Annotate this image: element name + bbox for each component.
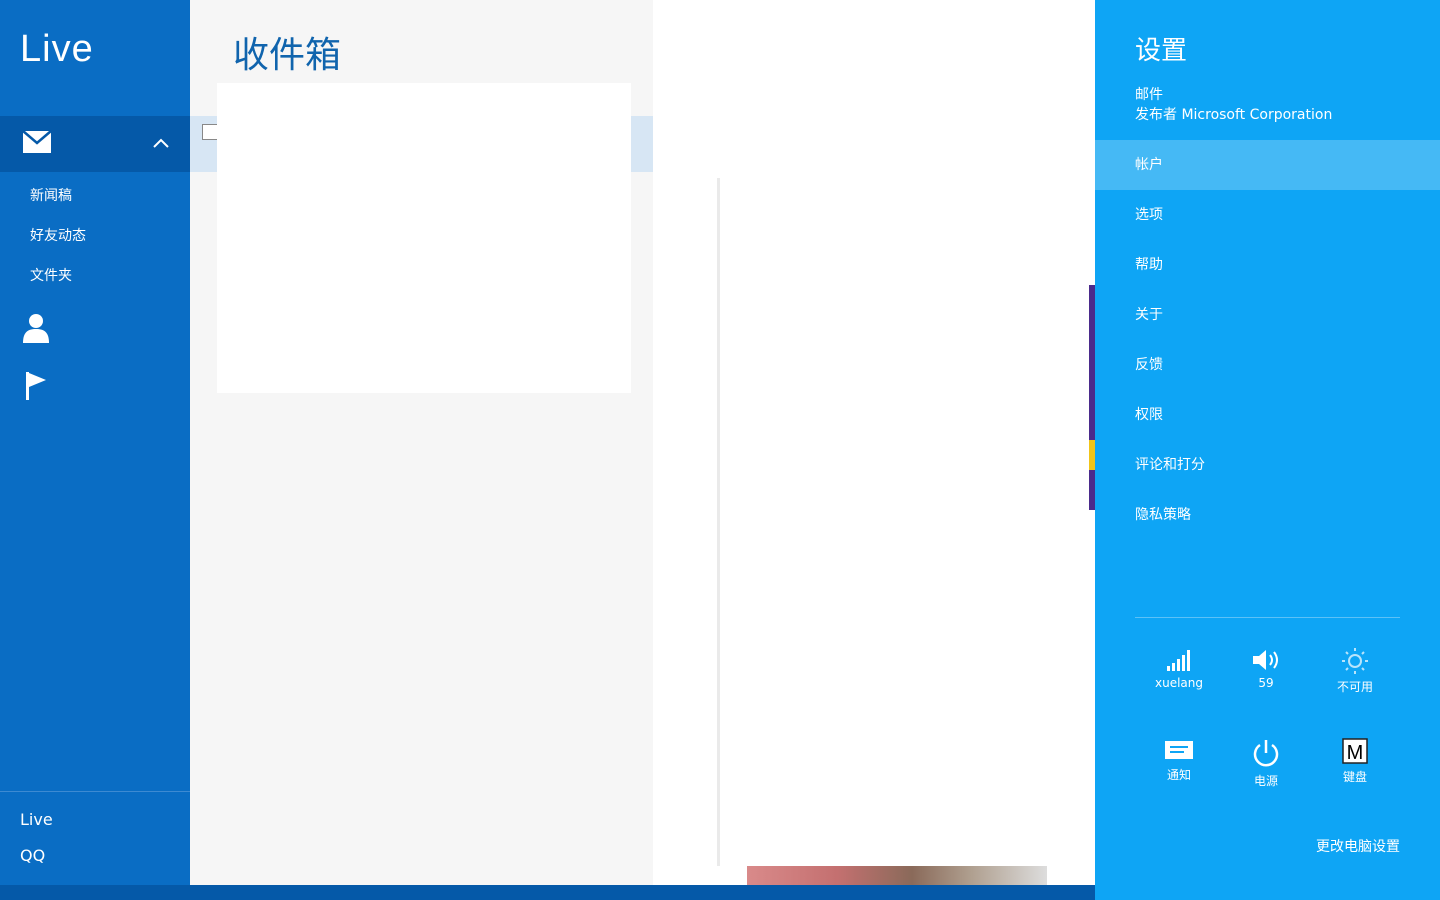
app-publisher: 发布者 Microsoft Corporation	[1135, 107, 1333, 123]
message-list-pane: 收件箱	[190, 0, 653, 885]
left-navigation-pane: Live 新闻稿 好友动态 文件夹 Live QQ	[0, 0, 190, 885]
keyboard-tile[interactable]: M 键盘	[1315, 738, 1395, 798]
notifications-label: 通知	[1166, 768, 1191, 782]
settings-item-privacy[interactable]: 隐私策略	[1095, 490, 1440, 540]
person-icon[interactable]	[22, 312, 50, 344]
folder-title: 收件箱	[233, 35, 342, 76]
settings-item-permissions[interactable]: 权限	[1095, 390, 1440, 440]
brightness-label: 不可用	[1336, 680, 1373, 694]
network-tile[interactable]: xuelang	[1139, 648, 1219, 708]
reading-pane	[653, 0, 1095, 885]
settings-charm-pane: 设置 邮件 发布者 Microsoft Corporation 帐户 选项 帮助…	[1095, 0, 1440, 900]
settings-item-feedback[interactable]: 反馈	[1095, 340, 1440, 390]
message-body-card	[717, 178, 1095, 866]
settings-item-accounts[interactable]: 帐户	[1095, 140, 1440, 190]
mail-folder-row[interactable]	[0, 116, 190, 172]
power-icon	[1253, 740, 1279, 767]
folder-item-folders[interactable]: 文件夹	[30, 265, 72, 285]
volume-tile[interactable]: 59	[1226, 648, 1306, 708]
network-label: xuelang	[1155, 676, 1203, 690]
chevron-up-icon[interactable]	[152, 136, 170, 150]
notifications-tile[interactable]: 通知	[1139, 738, 1219, 798]
bottom-app-bar	[0, 885, 1095, 900]
flag-icon[interactable]	[24, 370, 50, 402]
settings-item-rate-review[interactable]: 评论和打分	[1095, 440, 1440, 490]
mail-app: Live 新闻稿 好友动态 文件夹 Live QQ 收件箱 设置 邮件 发布者 …	[0, 0, 1440, 900]
account-qq[interactable]: QQ	[20, 846, 45, 865]
account-title: Live	[20, 28, 94, 70]
volume-level: 59	[1258, 676, 1274, 690]
change-pc-settings-link[interactable]: 更改电脑设置	[1316, 836, 1400, 856]
notifications-icon	[1165, 741, 1193, 759]
power-label: 电源	[1253, 774, 1278, 788]
folder-item-newsletters[interactable]: 新闻稿	[30, 185, 72, 205]
settings-divider	[1135, 617, 1400, 618]
accounts-divider	[0, 791, 190, 792]
message-checkbox[interactable]	[202, 124, 218, 140]
volume-icon	[1253, 650, 1278, 670]
account-live[interactable]: Live	[20, 810, 53, 829]
mail-icon	[22, 130, 52, 153]
settings-item-options[interactable]: 选项	[1095, 190, 1440, 240]
settings-item-help[interactable]: 帮助	[1095, 240, 1440, 290]
keyboard-label: 键盘	[1342, 770, 1367, 784]
message-photo	[747, 866, 1047, 885]
app-name: 邮件	[1135, 87, 1163, 103]
keyboard-icon: M	[1342, 738, 1368, 764]
brightness-icon	[1342, 648, 1368, 674]
power-tile[interactable]: 电源	[1226, 738, 1306, 798]
blank-overlay-card	[217, 83, 631, 393]
brightness-tile[interactable]: 不可用	[1315, 648, 1395, 708]
settings-item-about[interactable]: 关于	[1095, 290, 1440, 340]
svg-text:M: M	[1347, 742, 1364, 764]
network-signal-icon	[1167, 650, 1190, 671]
settings-title: 设置	[1135, 36, 1188, 66]
folder-item-social-updates[interactable]: 好友动态	[30, 225, 86, 245]
